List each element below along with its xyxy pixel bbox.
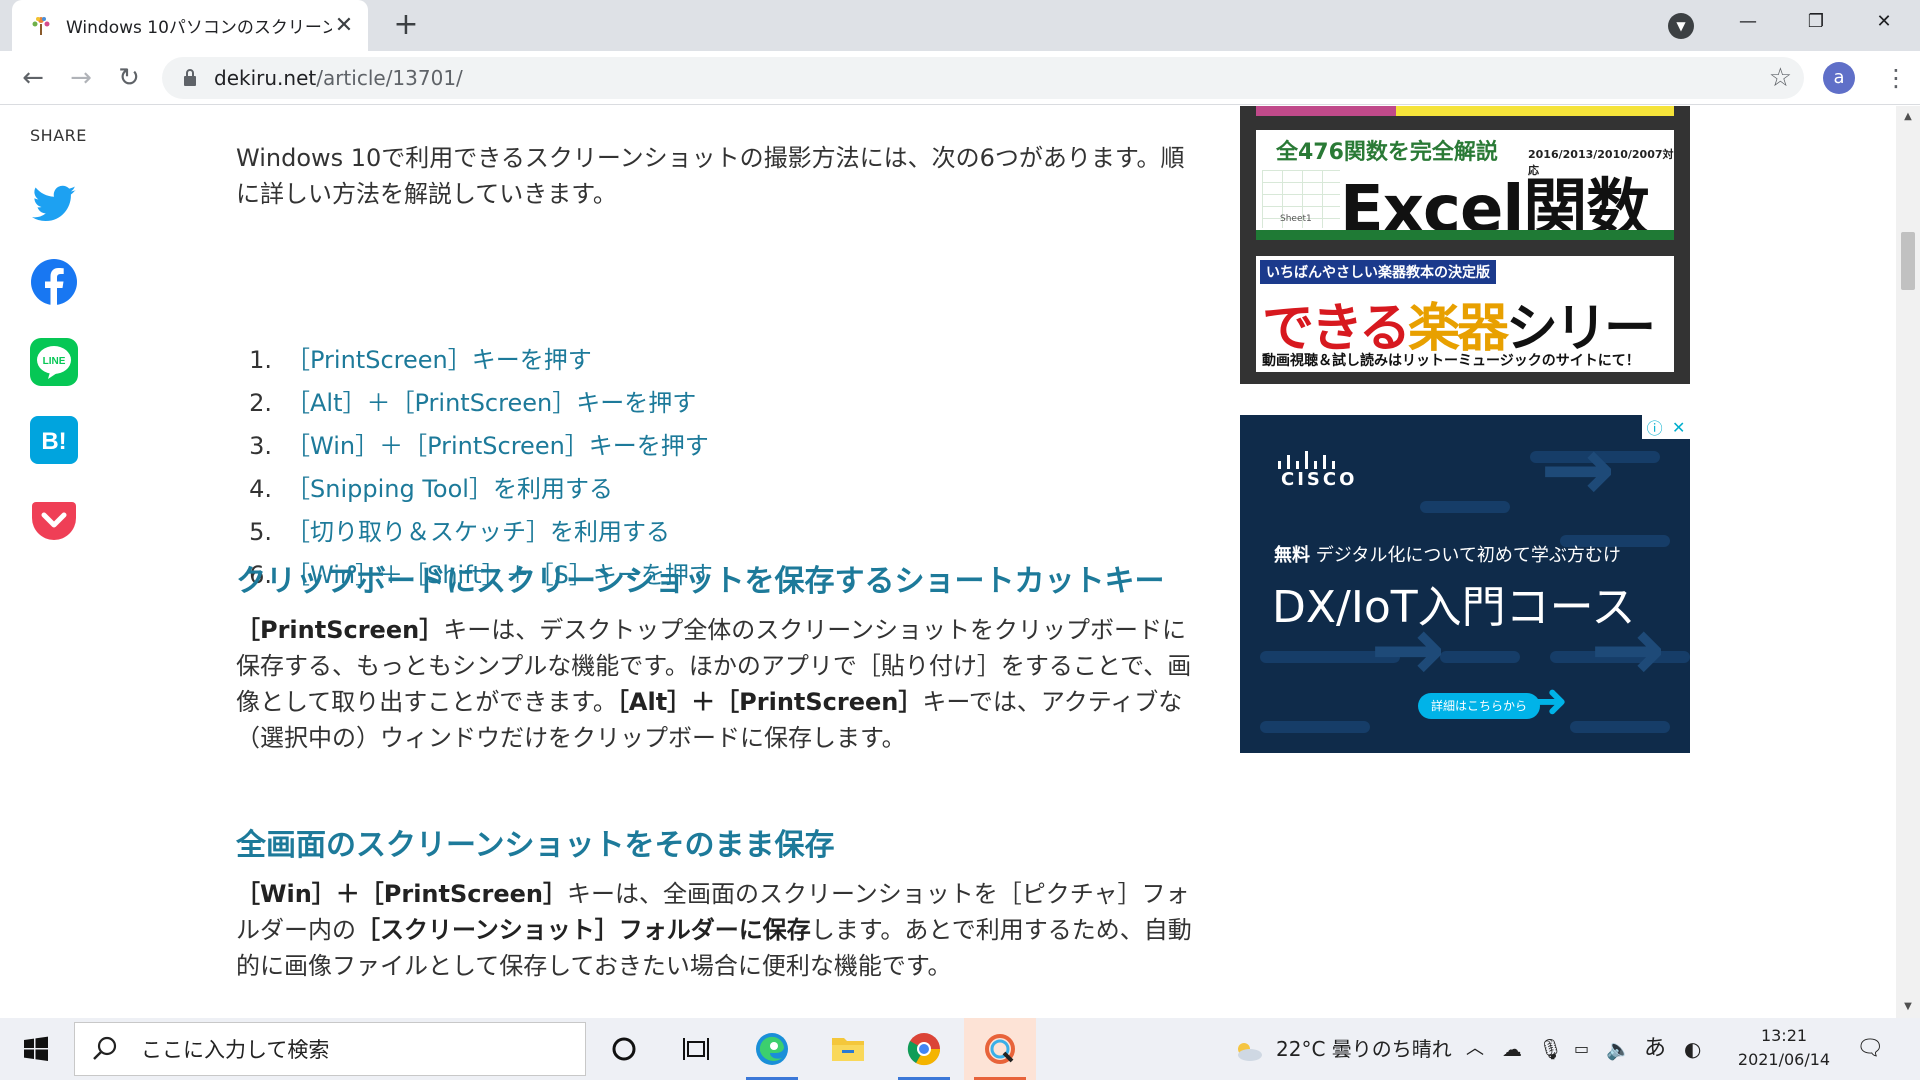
microphone-icon[interactable]: 🎙 [1538, 1018, 1563, 1080]
method-list-item: 3. ［Win］＋［PrintScreen］キーを押す [236, 426, 709, 466]
method-list-item: 2. ［Alt］＋［PrintScreen］キーを押す [236, 383, 696, 423]
cta-arrow-icon: ➜ [1528, 673, 1569, 729]
forward-arrow-icon[interactable]: → [62, 59, 100, 97]
page-scrollbar[interactable]: ▲ ▼ [1896, 106, 1920, 1018]
restore-button[interactable]: ❐ [1780, 0, 1852, 44]
pocket-icon[interactable] [30, 496, 78, 544]
profile-avatar[interactable]: a [1823, 62, 1855, 94]
twitter-icon[interactable] [30, 180, 78, 228]
music-ad-footer: 動画視聴＆試し読みはリットーミュージックのサイトにて！ [1262, 353, 1640, 369]
scroll-thumb[interactable] [1901, 232, 1915, 290]
music-ad-tag: いちばんやさしい楽器教本の決定版 [1260, 260, 1496, 284]
ime-indicator[interactable]: あ [1644, 1018, 1666, 1080]
fullscreen-paragraph: ［Win］＋［PrintScreen］キーは、全画面のスクリーンショットを［ピク… [236, 880, 1192, 980]
close-window-button[interactable]: ✕ [1848, 0, 1920, 44]
heading-clipboard: クリップボードにスクリーンショットを保存するショートカットキー [236, 564, 1165, 599]
reload-icon[interactable]: ↻ [110, 59, 148, 97]
address-bar[interactable]: dekiru.net/article/13701/ ☆ [162, 57, 1804, 99]
cisco-logo-text: CISCO [1281, 469, 1358, 490]
line-icon[interactable]: LINE [30, 338, 78, 386]
windows-taskbar: ここに入力して検索 22°C 曇りのち晴れ ︿ ☁ 🎙 ▭ 🔈 あ ◐ 13:2… [0, 1018, 1920, 1080]
scroll-up-icon[interactable]: ▲ [1896, 108, 1920, 126]
page-content: SHARE LINE B! Windows 10で利用できるスクリーンショットの… [0, 106, 1896, 1018]
ad-top-strip [1256, 106, 1674, 116]
method-link[interactable]: ［切り取り＆スケッチ］を利用する [286, 518, 670, 546]
method-list-item: 5. ［切り取り＆スケッチ］を利用する [236, 512, 670, 552]
method-number: 1. [249, 346, 272, 374]
search-placeholder: ここに入力して検索 [141, 1038, 330, 1062]
menu-dots-icon[interactable]: ⋮ [1884, 63, 1908, 93]
method-number: 2. [249, 389, 272, 417]
hatena-icon-text: B! [41, 428, 66, 455]
cisco-ad[interactable]: → → → CISCO 無料 デジタル化について初めて学ぶ方むけ DX/IoT入… [1240, 415, 1690, 753]
cisco-cta-button[interactable]: 詳細はこちらから [1418, 693, 1540, 719]
share-label: SHARE [30, 126, 87, 145]
method-number: 4. [249, 475, 272, 503]
focus-assist-icon[interactable]: ◐ [1684, 1018, 1701, 1080]
method-link[interactable]: ［Alt］＋［PrintScreen］キーを押す [286, 389, 696, 417]
new-tab-button[interactable]: + [390, 9, 422, 41]
browser-toolbar: ← → ↻ dekiru.net/article/13701/ ☆ a ⋮ [0, 51, 1920, 105]
minimize-button[interactable]: — [1712, 0, 1784, 44]
method-number: 5. [249, 518, 272, 546]
weather-icon[interactable] [1232, 1018, 1264, 1080]
system-clock[interactable]: 13:21 2021/06/14 [1724, 1024, 1844, 1072]
notification-icon[interactable]: 🗨 [1856, 1018, 1884, 1080]
scroll-down-icon[interactable]: ▼ [1896, 998, 1920, 1016]
cortana-icon[interactable] [588, 1018, 660, 1080]
task-view-icon[interactable] [660, 1018, 732, 1080]
book-ad-banner[interactable]: 全476関数を完全解説 2016/2013/2010/2007対応 Excel関… [1240, 106, 1690, 384]
tab-title: Windows 10パソコンのスクリーンショ [66, 18, 332, 38]
chrome-icon[interactable] [888, 1018, 960, 1080]
site-favicon-icon [32, 16, 50, 35]
heading-fullscreen: 全画面のスクリーンショットをそのまま保存 [236, 828, 835, 863]
weather-text[interactable]: 22°C 曇りのち晴れ [1276, 1018, 1452, 1080]
hatena-bookmark-icon[interactable]: B! [30, 416, 78, 464]
snip-sketch-icon[interactable] [964, 1018, 1036, 1080]
bookmark-star-icon[interactable]: ☆ [1769, 63, 1792, 93]
cisco-ad-title: DX/IoT入門コース [1272, 582, 1636, 633]
method-list-item: 1. ［PrintScreen］キーを押す [236, 340, 592, 380]
method-link[interactable]: ［Win］＋［PrintScreen］キーを押す [286, 432, 709, 460]
browser-tab[interactable]: Windows 10パソコンのスクリーンショ ✕ [12, 0, 368, 51]
file-explorer-icon[interactable] [812, 1018, 884, 1080]
lock-icon [184, 69, 196, 86]
method-number: 3. [249, 432, 272, 460]
windows-start-icon[interactable] [12, 1031, 60, 1067]
back-arrow-icon[interactable]: ← [14, 59, 52, 97]
decor-arrow-icon: → [1540, 417, 1616, 522]
cisco-ad-subtitle: 無料 デジタル化について初めて学ぶ方むけ [1274, 545, 1621, 566]
sheet-tab-label: Sheet1 [1280, 214, 1312, 224]
line-icon-text: LINE [43, 356, 66, 367]
method-list-item: 4. ［Snipping Tool］を利用する [236, 469, 613, 509]
method-link[interactable]: ［PrintScreen］キーを押す [286, 346, 592, 374]
search-icon [93, 1036, 117, 1060]
clipboard-paragraph: ［PrintScreen］キーは、デスクトップ全体のスクリーンショットをクリップ… [236, 616, 1192, 752]
tab-strip: Windows 10パソコンのスクリーンショ ✕ + ▼ — ❐ ✕ [0, 0, 1920, 51]
onedrive-icon[interactable]: ☁ [1502, 1018, 1522, 1080]
battery-icon[interactable]: ▭ [1574, 1018, 1589, 1080]
tab-close-icon[interactable]: ✕ [332, 13, 356, 38]
adchoices-icon[interactable]: ⓘ ✕ [1642, 415, 1690, 439]
clock-date: 2021/06/14 [1737, 1050, 1831, 1069]
tray-chevron-icon[interactable]: ︿ [1466, 1018, 1484, 1080]
music-book-ad[interactable]: いちばんやさしい楽器教本の決定版 できる楽器シリーズ 動画視聴＆試し読みはリット… [1256, 256, 1674, 372]
taskbar-search[interactable]: ここに入力して検索 [74, 1022, 586, 1076]
edge-icon[interactable] [736, 1018, 808, 1080]
volume-icon[interactable]: 🔈 [1606, 1018, 1631, 1080]
excel-book-ad[interactable]: 全476関数を完全解説 2016/2013/2010/2007対応 Excel関… [1256, 130, 1674, 240]
method-link[interactable]: ［Snipping Tool］を利用する [286, 475, 613, 503]
excel-ad-title: Excel関数 [1340, 173, 1650, 240]
facebook-icon[interactable] [30, 258, 78, 306]
clock-time: 13:21 [1760, 1026, 1808, 1045]
url-text: dekiru.net/article/13701/ [214, 66, 463, 90]
intro-paragraph: Windows 10で利用できるスクリーンショットの撮影方法には、次の6つがあり… [236, 144, 1185, 208]
tab-search-icon[interactable]: ▼ [1668, 13, 1694, 39]
